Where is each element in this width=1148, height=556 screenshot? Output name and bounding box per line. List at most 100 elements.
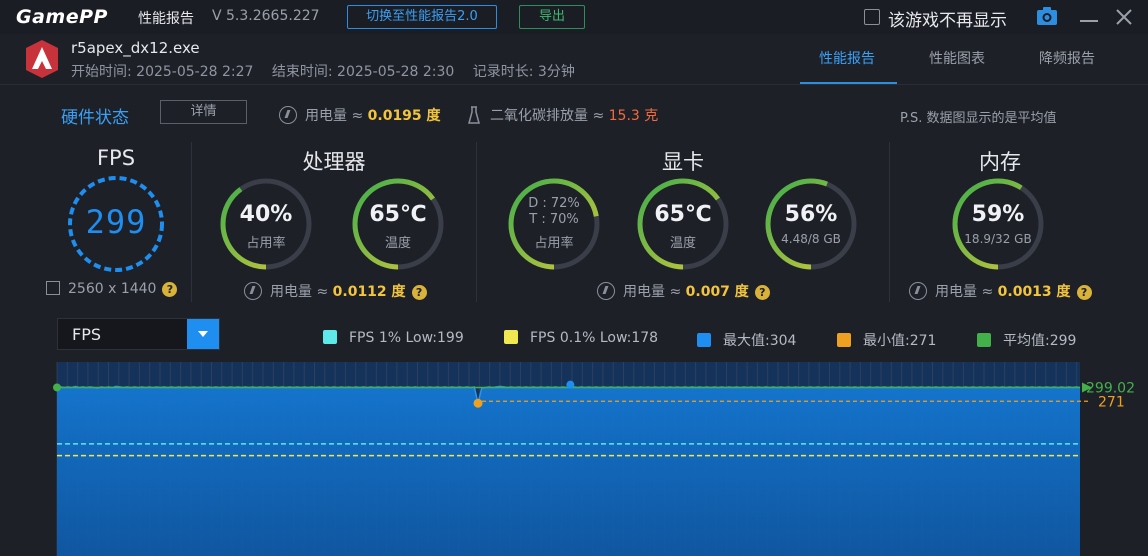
cpu-power: 用电量 ≈ 0.0112 度?	[244, 281, 427, 301]
close-icon[interactable]	[1115, 8, 1133, 26]
fps-chart[interactable]: 299.02 271	[0, 362, 1148, 556]
executable-name: r5apex_dx12.exe	[71, 39, 200, 57]
max-dot	[566, 380, 575, 389]
gpu-usage-label: 占用率	[534, 236, 574, 251]
gpu-usage-gauge: D : 72% T : 70% 占用率	[506, 176, 602, 272]
help-icon[interactable]: ?	[754, 285, 770, 300]
total-power-stat: 用电量 ≈ 0.0195 度	[279, 105, 441, 125]
tab-performance-charts[interactable]: 性能图表	[929, 48, 985, 68]
section-divider	[476, 142, 477, 302]
gpu-vram-value: 56%	[784, 202, 838, 227]
co2-value: 15.3 克	[608, 108, 659, 124]
section-divider	[191, 142, 192, 302]
power-icon	[244, 282, 262, 300]
gpu-d-usage: D : 72%	[528, 196, 580, 211]
legend-min: 最小值:271	[837, 330, 936, 350]
gpu-t-usage: T : 70%	[529, 212, 579, 227]
cpu-section-title: 处理器	[302, 150, 366, 174]
legend-max: 最大值:304	[697, 330, 796, 350]
end-time: 结束时间: 2025-05-28 2:30	[271, 64, 455, 80]
resolution-text: 2560 x 1440	[68, 281, 157, 297]
avg-start-dot	[53, 383, 61, 392]
memory-power: 用电量 ≈ 0.0013 度?	[909, 281, 1092, 301]
memory-usage-value: 59%	[971, 202, 1025, 227]
hide-game-checkbox[interactable]	[864, 9, 880, 25]
min-value-label: 271	[1098, 394, 1125, 410]
legend-label: FPS 1% Low:199	[349, 330, 464, 346]
gpu-vram-detail: 4.48/8 GB	[781, 232, 841, 246]
legend-fps-1pct-low: FPS 1% Low:199	[323, 330, 464, 346]
min-dot	[473, 398, 483, 408]
tab-throttling-report[interactable]: 降频报告	[1039, 48, 1095, 68]
legend-swatch	[697, 333, 711, 347]
cpu-usage-value: 40%	[239, 202, 293, 227]
start-time: 开始时间: 2025-05-28 2:27	[71, 64, 254, 80]
resolution: 2560 x 1440?	[46, 281, 178, 297]
legend-label: 最小值:271	[863, 333, 937, 349]
switch-report-version-button[interactable]: 切换至性能报告2.0	[347, 5, 497, 29]
minimize-icon[interactable]	[1080, 20, 1098, 22]
title-bar: GamePP 性能报告 V 5.3.2665.227 切换至性能报告2.0 导出…	[0, 0, 1148, 34]
gpu-temp-value: 65℃	[654, 202, 712, 227]
total-power-value: 0.0195 度	[367, 108, 441, 124]
legend-label: 最大值:304	[723, 333, 797, 349]
chevron-down-icon[interactable]	[187, 319, 219, 349]
legend-swatch	[323, 330, 337, 344]
section-divider	[889, 142, 890, 302]
tab-performance-report[interactable]: 性能报告	[819, 48, 875, 68]
game-icon	[26, 40, 58, 78]
memory-power-label: 用电量 ≈	[935, 284, 994, 300]
duration: 记录时长: 3分钟	[472, 64, 575, 80]
app-logo: GamePP	[16, 6, 108, 28]
cpu-power-label: 用电量 ≈	[270, 284, 329, 300]
legend-swatch	[837, 333, 851, 347]
help-icon[interactable]: ?	[411, 285, 427, 300]
cpu-power-value: 0.0112 度	[332, 284, 406, 300]
gpu-temp-label: 温度	[669, 236, 696, 251]
gpu-section-title: 显卡	[662, 150, 704, 174]
legend-label: 平均值:299	[1003, 333, 1077, 349]
session-times: 开始时间: 2025-05-28 2:27 结束时间: 2025-05-28 2…	[71, 61, 589, 81]
cpu-temp-gauge: 65℃ 温度	[350, 176, 446, 272]
average-note: P.S. 数据图显示的是平均值	[900, 111, 1057, 126]
gpu-temp-gauge: 65℃ 温度	[635, 176, 731, 272]
export-button[interactable]: 导出	[519, 5, 585, 29]
app-version: V 5.3.2665.227	[212, 8, 320, 24]
memory-usage-gauge: 59% 18.9/32 GB	[950, 176, 1046, 272]
power-icon	[909, 282, 927, 300]
fps-value: 299	[85, 203, 147, 241]
legend-fps-01pct-low: FPS 0.1% Low:178	[504, 330, 658, 346]
cpu-usage-label: 占用率	[246, 236, 286, 251]
gpu-power: 用电量 ≈ 0.007 度?	[597, 281, 770, 301]
legend-swatch	[977, 333, 991, 347]
memory-section-title: 内存	[979, 150, 1021, 174]
hide-game-checkbox-label[interactable]: 该游戏不再显示	[888, 6, 1007, 31]
gpu-vram-gauge: 56% 4.48/8 GB	[763, 176, 859, 272]
memory-usage-detail: 18.9/32 GB	[964, 232, 1032, 246]
power-icon	[279, 106, 297, 124]
details-button[interactable]: 详情	[160, 100, 247, 124]
legend-label: FPS 0.1% Low:178	[530, 330, 659, 346]
cpu-usage-gauge: 40% 占用率	[218, 176, 314, 272]
legend-avg: 平均值:299	[977, 330, 1076, 350]
cpu-temp-label: 温度	[384, 236, 411, 251]
co2-label: 二氧化碳排放量 ≈	[490, 108, 605, 124]
metric-select-value: FPS	[72, 325, 102, 344]
help-icon[interactable]: ?	[1076, 285, 1092, 300]
power-icon	[597, 282, 615, 300]
total-power-label: 用电量 ≈	[305, 108, 364, 124]
help-icon[interactable]: ?	[162, 282, 178, 297]
legend-swatch	[504, 330, 518, 344]
fps-section-title: FPS	[96, 146, 136, 170]
cpu-temp-value: 65℃	[369, 202, 427, 227]
co2-stat: 二氧化碳排放量 ≈ 15.3 克	[468, 105, 658, 125]
header-divider	[0, 84, 1148, 85]
gpu-power-value: 0.007 度	[685, 284, 749, 300]
camera-icon[interactable]	[1037, 7, 1057, 25]
gpu-power-label: 用电量 ≈	[623, 284, 682, 300]
hardware-status-title: 硬件状态	[61, 108, 129, 128]
metric-select[interactable]: FPS	[57, 318, 220, 350]
memory-power-value: 0.0013 度	[997, 284, 1071, 300]
fps-chart-svg: 299.02271	[53, 362, 1135, 556]
co2-icon	[468, 106, 480, 124]
